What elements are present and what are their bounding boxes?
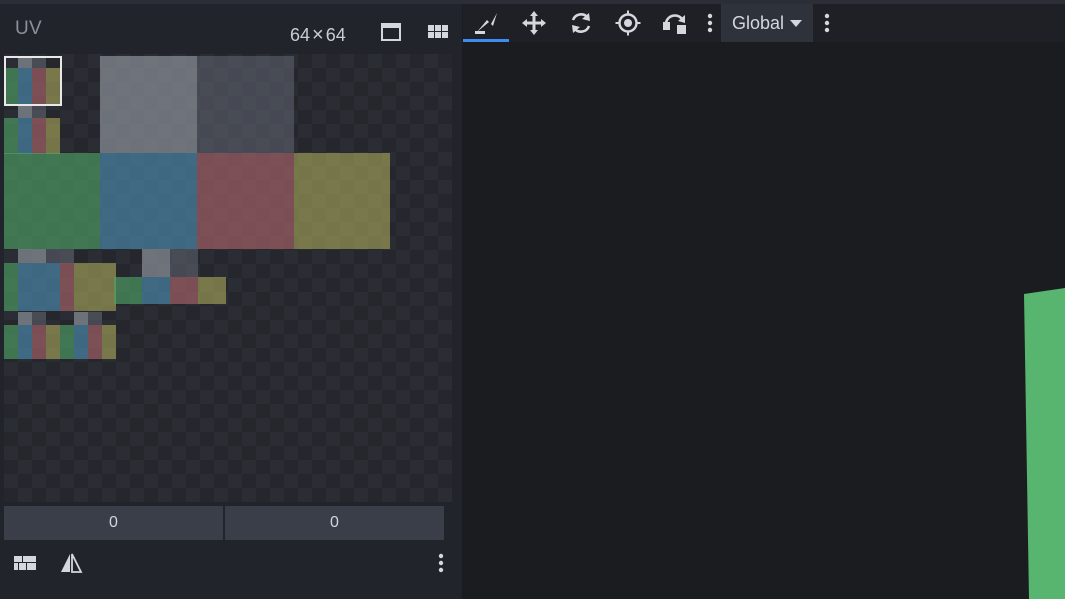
3d-viewport[interactable]: Global [463,4,1065,599]
uv-face[interactable] [88,312,102,325]
uv-face[interactable] [18,249,46,263]
uv-face[interactable] [46,249,74,263]
pivot-tool-icon [475,13,497,34]
uv-face[interactable] [100,56,197,153]
uv-face[interactable] [46,325,60,359]
uv-face[interactable] [18,312,32,325]
mirror-icon[interactable] [58,550,84,576]
uv-face[interactable] [4,153,100,249]
uv-face[interactable] [74,263,116,311]
target-tool-icon [615,10,641,36]
move-tool-icon [522,11,546,35]
uv-face[interactable] [197,153,294,249]
uv-face[interactable] [102,325,116,359]
uv-face[interactable] [170,249,198,277]
transform-space-dropdown[interactable]: Global [721,4,813,42]
flip-tool-icon [663,14,686,34]
uv-face[interactable] [18,118,32,154]
caret-down-icon [790,19,803,27]
times-sign: × [312,24,324,46]
uv-panel-title: UV [15,18,42,39]
uv-face[interactable] [18,263,60,311]
grid-icon[interactable] [425,19,451,45]
uv-layout-icon[interactable] [12,550,38,576]
uv-face[interactable] [60,263,74,311]
transform-toolbar: Global [463,4,1065,42]
uv-face[interactable] [74,325,88,359]
uv-coordinate-row: 0 0 [4,506,444,540]
vertical-dots-icon[interactable] [820,4,834,42]
uv-face[interactable] [60,325,74,359]
uv-face[interactable] [197,56,294,153]
uv-face[interactable] [170,277,198,304]
pivot-tool-button[interactable] [463,4,509,42]
texture-height: 64 [325,25,346,45]
target-tool-button[interactable] [605,4,651,42]
model-mesh [1024,288,1065,599]
flip-tool-button[interactable] [652,4,698,42]
uv-coord-v-input[interactable]: 0 [225,506,444,540]
uv-coord-u-input[interactable]: 0 [4,506,223,540]
uv-editor-panel: UV 64 × 64 0 0 [0,4,462,599]
uv-face[interactable] [46,118,60,154]
move-tool-button[interactable] [511,4,557,42]
texture-width: 64 [290,25,311,45]
uv-face[interactable] [100,153,197,249]
vertical-dots-icon[interactable] [428,550,454,576]
uv-face[interactable] [142,277,170,304]
texture-size-label: 64 × 64 [290,24,346,47]
uv-face[interactable] [4,118,18,154]
uv-face[interactable] [294,153,390,249]
uv-face[interactable] [32,118,46,154]
window-frame-icon[interactable] [378,19,404,45]
uv-face[interactable] [114,277,142,304]
transform-space-label: Global [731,12,785,33]
uv-face[interactable] [198,277,226,304]
uv-face[interactable] [32,325,46,359]
uv-face[interactable] [4,325,18,359]
uv-face[interactable] [74,312,88,325]
rotate-tool-button[interactable] [558,4,604,42]
rotate-tool-icon [571,13,591,33]
uv-face[interactable] [18,325,32,359]
uv-face[interactable] [88,325,102,359]
uv-face[interactable] [4,263,18,311]
uv-selection-box[interactable] [4,56,62,106]
vertical-dots-icon[interactable] [703,4,717,42]
uv-face[interactable] [18,106,32,118]
uv-face[interactable] [32,106,46,118]
uv-canvas[interactable] [4,54,452,502]
uv-face[interactable] [32,312,46,325]
uv-face[interactable] [142,249,170,277]
